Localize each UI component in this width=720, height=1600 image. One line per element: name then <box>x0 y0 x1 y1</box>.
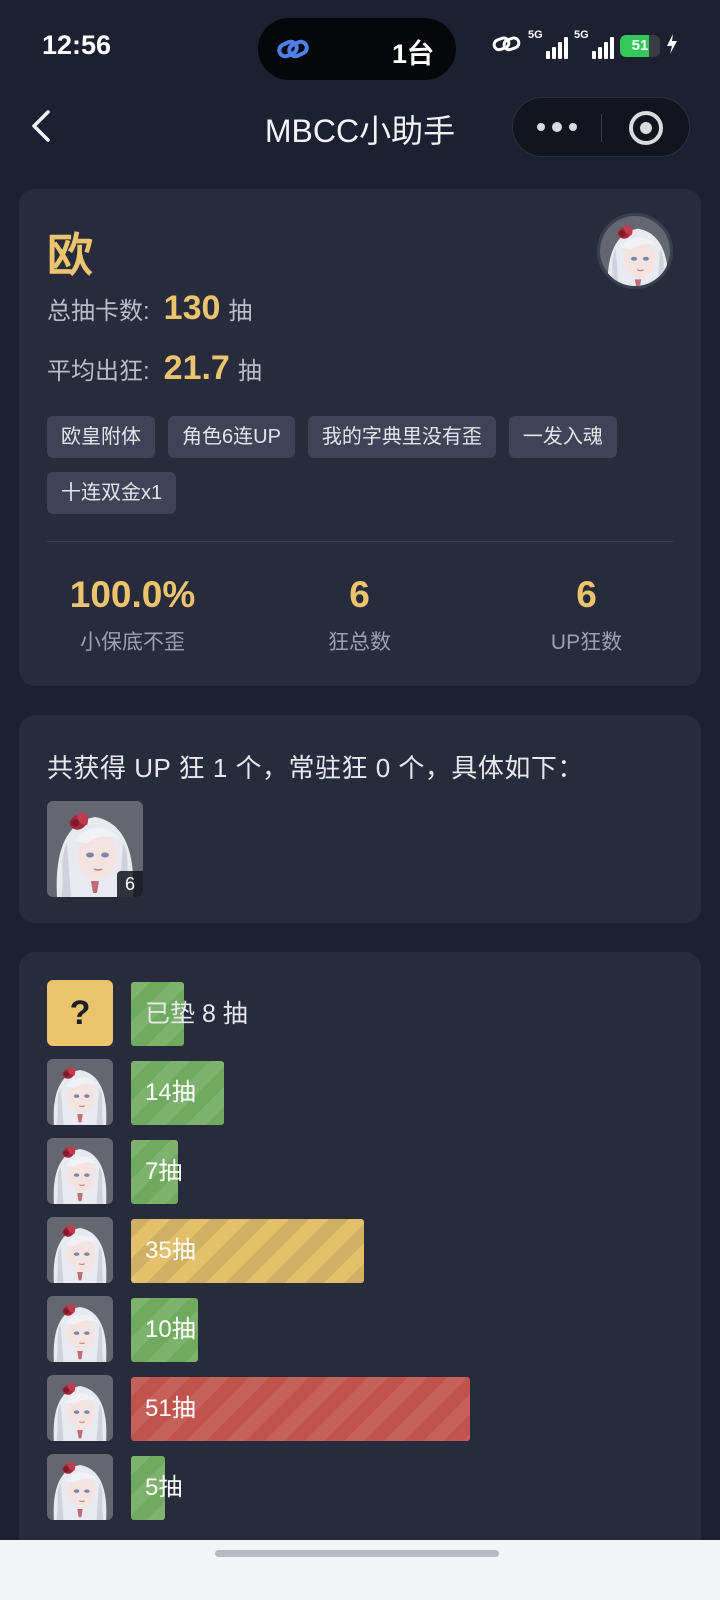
divider <box>47 541 673 542</box>
average-pulls-value: 21.7 <box>163 349 230 387</box>
luck-rank: 欧 <box>47 229 93 281</box>
system-nav-area <box>0 1540 720 1600</box>
average-pulls-line: 平均出狂: 21.7 抽 <box>47 349 262 387</box>
pull-history-list: ? 已垫 8 抽 14抽 7抽 35抽 10抽 51抽 5抽 <box>47 980 673 1533</box>
pull-count-label: 10抽 <box>145 1316 196 1343</box>
dynamic-island[interactable]: 1台 <box>258 18 456 80</box>
character-card[interactable]: 6 <box>47 801 143 897</box>
character-portrait-icon <box>47 1454 113 1520</box>
cellular-signal-icon: 5G <box>574 29 614 59</box>
cellular-signal-icon: 5G <box>528 29 568 59</box>
character-count-badge: 6 <box>117 871 143 897</box>
pull-count-label: 14抽 <box>145 1079 196 1106</box>
profile-card: 欧 总抽卡数: 130 抽 平均出狂: 21.7 抽 欧皇附体 角色6连UP 我的字典里… <box>19 189 701 686</box>
pending-row: ? 已垫 8 抽 <box>47 980 673 1046</box>
metric-up-count: 6 UP狂数 <box>550 574 623 654</box>
achievement-tag: 角色6连UP <box>168 416 295 458</box>
battery-level: 51 <box>631 37 649 54</box>
status-bar: 12:56 1台 5G 5G 51 <box>0 0 720 92</box>
character-portrait-icon <box>47 1375 113 1441</box>
link-icon <box>492 33 522 60</box>
miniprogram-capsule <box>512 97 690 157</box>
more-dots-icon <box>537 123 545 131</box>
pull-row: 5抽 <box>47 1454 673 1520</box>
home-indicator[interactable] <box>215 1550 499 1557</box>
pull-row: 35抽 <box>47 1217 673 1283</box>
total-pulls-line: 总抽卡数: 130 抽 <box>47 289 253 327</box>
summary-card: 共获得 UP 狂 1 个，常驻狂 0 个，具体如下： 6 <box>19 715 701 923</box>
character-portrait-icon <box>600 216 673 289</box>
close-button[interactable] <box>629 111 663 145</box>
achievement-tag: 欧皇附体 <box>47 416 155 458</box>
pull-count-label: 51抽 <box>145 1395 196 1422</box>
status-time: 12:56 <box>42 30 112 60</box>
total-pulls-value: 130 <box>163 289 221 327</box>
character-portrait-icon <box>47 1217 113 1283</box>
pull-row: 51抽 <box>47 1375 673 1441</box>
avatar[interactable] <box>597 213 673 289</box>
metric-no-lose-rate: 100.0% 小保底不歪 <box>69 574 196 654</box>
achievement-tag: 一发入魂 <box>508 416 617 458</box>
character-portrait-icon <box>47 1138 113 1204</box>
pull-row: 10抽 <box>47 1296 673 1362</box>
character-portrait-icon <box>47 1059 113 1125</box>
charging-icon <box>666 33 678 60</box>
pull-count-label: 35抽 <box>145 1237 196 1264</box>
tag-list: 欧皇附体 角色6连UP 我的字典里没有歪 一发入魂 十连双金x1 <box>47 416 677 514</box>
nav-bar: MBCC小助手 <box>0 92 720 162</box>
more-button[interactable] <box>513 98 601 156</box>
island-label: 1台 <box>391 39 434 69</box>
unknown-character-icon: ? <box>47 980 113 1046</box>
battery-icon: 51 <box>620 35 660 57</box>
pull-history-card: ? 已垫 8 抽 14抽 7抽 35抽 10抽 51抽 5抽 <box>19 952 701 1555</box>
pull-row: 7抽 <box>47 1138 673 1204</box>
pull-count-label: 5抽 <box>145 1474 183 1501</box>
pull-count-label: 7抽 <box>145 1158 183 1185</box>
link-icon <box>276 34 310 69</box>
achievement-tag: 十连双金x1 <box>47 472 177 514</box>
pull-row: 14抽 <box>47 1059 673 1125</box>
metrics-row: 100.0% 小保底不歪 6 狂总数 6 UP狂数 <box>19 574 701 656</box>
app-screen: 12:56 1台 5G 5G 51 MBCC小助手 欧 总抽卡数: 130 抽 … <box>0 0 720 1600</box>
achievement-tag: 我的字典里没有歪 <box>307 416 496 458</box>
pending-pulls-label: 已垫 8 抽 <box>145 1000 248 1028</box>
summary-text: 共获得 UP 狂 1 个，常驻狂 0 个，具体如下： <box>47 753 584 783</box>
character-portrait-icon <box>47 1296 113 1362</box>
status-indicators: 5G 5G 51 <box>492 29 678 60</box>
metric-total-six-star: 6 狂总数 <box>328 574 391 654</box>
